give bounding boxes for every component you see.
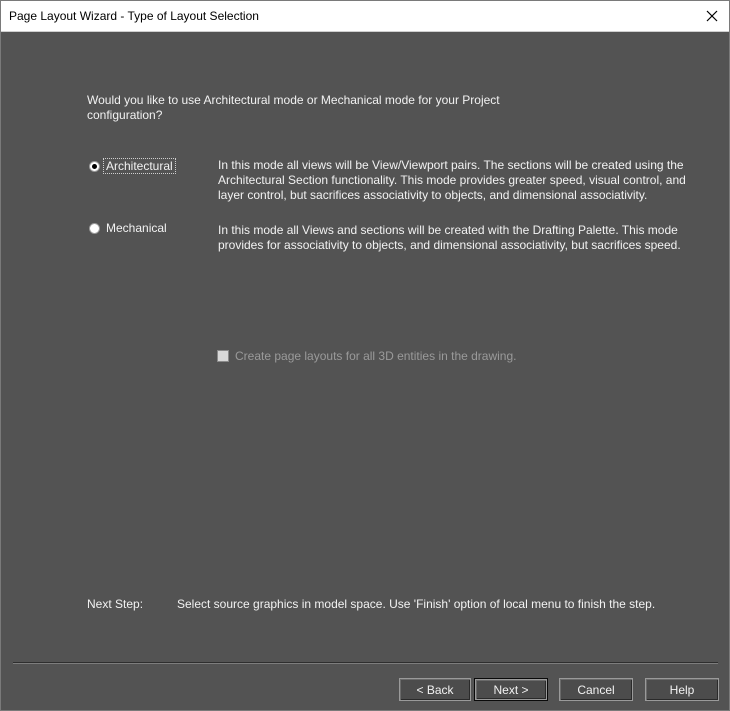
create-layouts-label: Create page layouts for all 3D entities … [235,349,517,363]
architectural-radio-option[interactable]: Architectural [89,158,176,174]
footer-separator [13,662,718,664]
window-title: Page Layout Wizard - Type of Layout Sele… [9,9,259,23]
mechanical-radio-label[interactable]: Mechanical [106,221,167,235]
architectural-radio-label[interactable]: Architectural [103,158,176,174]
architectural-radio[interactable] [89,160,100,172]
next-step-label: Next Step: [87,597,144,611]
close-button[interactable] [695,1,729,31]
mechanical-radio[interactable] [89,222,100,234]
help-button[interactable]: Help [645,678,719,701]
mechanical-radio-option[interactable]: Mechanical [89,221,167,235]
next-button[interactable]: Next > [474,678,548,701]
create-layouts-option[interactable]: Create page layouts for all 3D entities … [217,349,517,363]
wizard-dialog: Page Layout Wizard - Type of Layout Sele… [0,0,730,711]
mechanical-description: In this mode all Views and sections will… [218,223,681,252]
mode-question: Would you like to use Architectural mode… [87,93,500,122]
architectural-description: In this mode all views will be View/View… [218,158,686,202]
back-button[interactable]: < Back [399,678,471,701]
cancel-button[interactable]: Cancel [559,678,633,701]
create-layouts-checkbox[interactable] [217,350,229,362]
title-bar: Page Layout Wizard - Type of Layout Sele… [1,1,729,32]
close-icon [706,10,718,22]
next-step-text: Select source graphics in model space. U… [177,597,656,611]
